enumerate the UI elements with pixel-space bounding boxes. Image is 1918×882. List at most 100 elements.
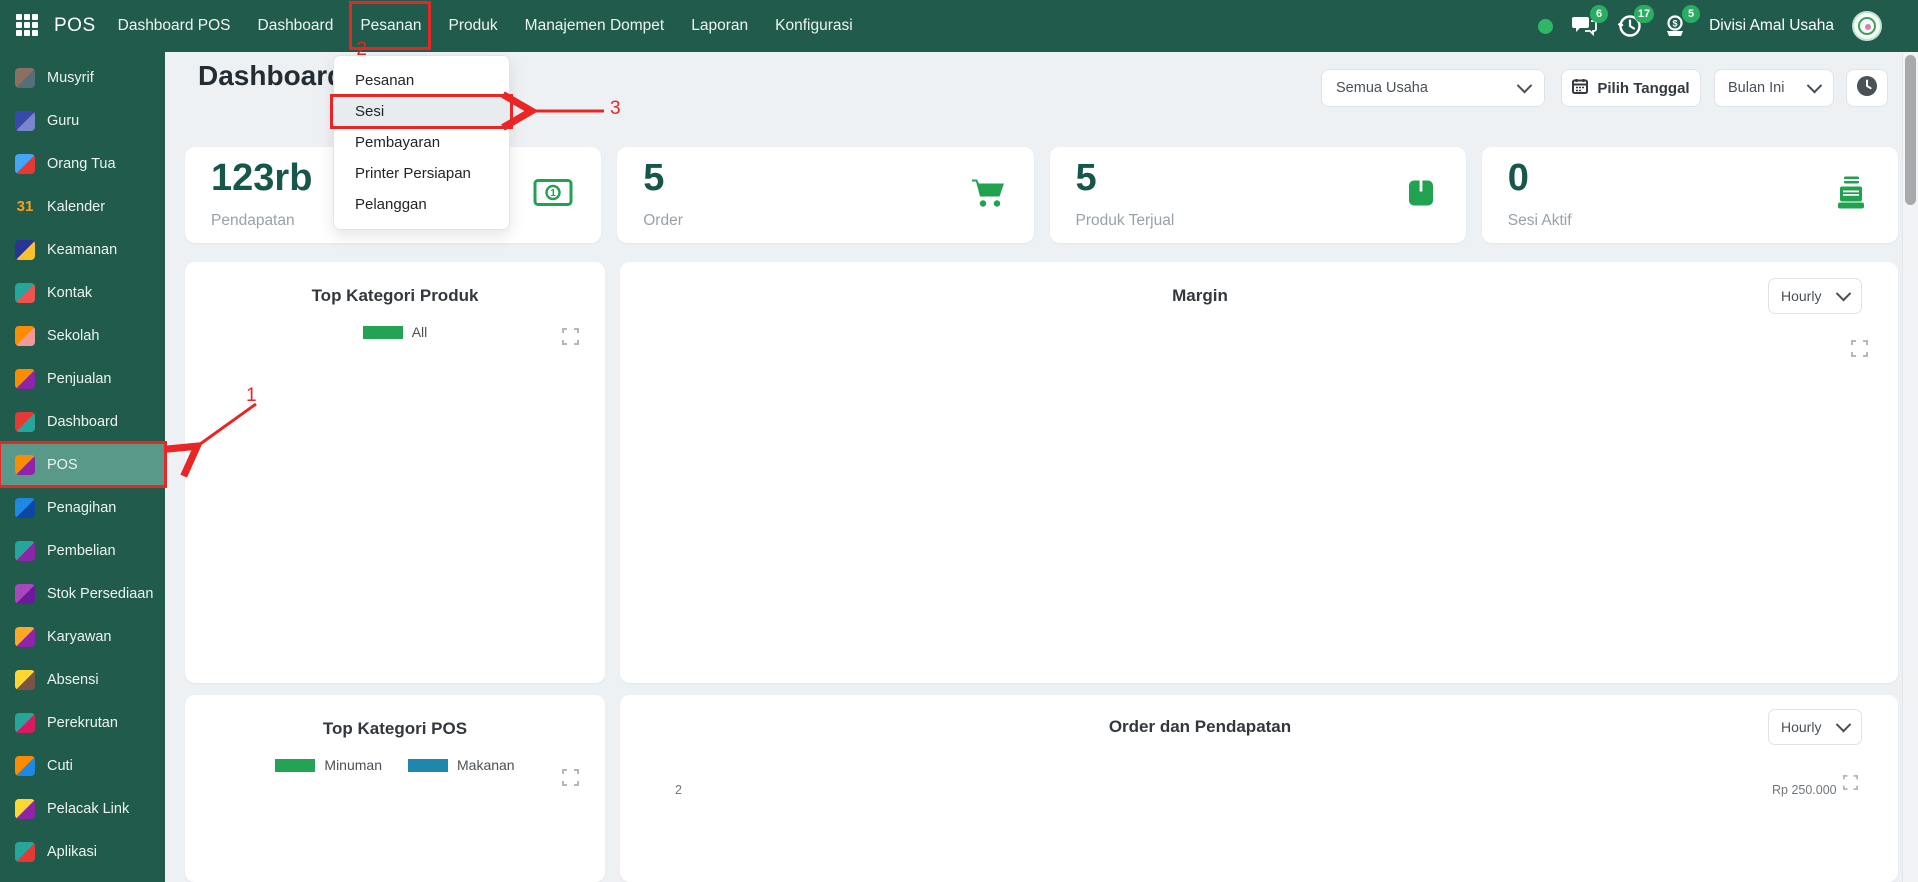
penjualan-icon	[15, 368, 35, 389]
legend-label: All	[411, 324, 428, 340]
sidebar-item-label: Kontak	[47, 284, 93, 301]
sidebar-item-label: Pembelian	[47, 542, 116, 559]
online-status-dot	[1538, 18, 1554, 34]
annotation-step-1: 1	[246, 385, 257, 406]
sidebar-item-label: Keamanan	[47, 241, 118, 258]
nav-item-dashboard-pos[interactable]: Dashboard POS	[118, 17, 231, 35]
sidebar-item-kontak[interactable]: Kontak	[0, 271, 165, 314]
musyrif-icon	[15, 67, 35, 88]
sidebar-item-keamanan[interactable]: Keamanan	[0, 228, 165, 271]
sidebar-item-dashboard[interactable]: Dashboard	[0, 400, 165, 443]
sekolah-icon	[15, 325, 35, 346]
expand-icon[interactable]	[562, 769, 579, 791]
margin-chart-card: Margin Hourly	[620, 262, 1898, 683]
sidebar-item-pembelian[interactable]: Pembelian	[0, 529, 165, 572]
dropdown-item-sesi[interactable]: Sesi	[330, 94, 513, 129]
sidebar-item-guru[interactable]: Guru	[0, 99, 165, 142]
product-box-icon	[1404, 176, 1438, 215]
sidebar-item-musyrif[interactable]: Musyrif	[0, 56, 165, 99]
pesanan-dropdown-menu: Pesanan Sesi Pembayaran Printer Persiapan Pe…	[330, 55, 513, 230]
dashboard-grid-icon	[15, 411, 35, 432]
svg-text:$: $	[1673, 19, 1678, 29]
sidebar-item-pos[interactable]: POS	[0, 441, 167, 488]
sidebar-item-absensi[interactable]: Absensi	[0, 658, 165, 701]
nav-item-dashboard[interactable]: Dashboard	[258, 17, 334, 35]
nav-item-laporan[interactable]: Laporan	[691, 17, 748, 35]
chart-title: Top Kategori POS	[322, 719, 468, 738]
chevron-down-icon	[1835, 716, 1852, 732]
kalender-icon: 31	[16, 198, 34, 215]
stat-label: Order	[643, 212, 683, 229]
sidebar-item-stok-persediaan[interactable]: Stok Persediaan	[0, 572, 165, 615]
margin-period-select[interactable]: Hourly	[1768, 278, 1862, 314]
sidebar-item-pelacak-link[interactable]: Pelacak Link	[0, 787, 165, 830]
wallet-button[interactable]: $ 5	[1663, 5, 1701, 39]
banknote-icon: 1	[533, 178, 573, 213]
top-kategori-produk-pie[interactable]	[248, 360, 542, 654]
expand-icon[interactable]	[562, 328, 579, 350]
pick-date-button[interactable]: Pilih Tanggal	[1561, 69, 1701, 107]
scrollbar-track[interactable]	[1902, 52, 1918, 882]
top-kategori-pos-pie[interactable]	[248, 793, 542, 882]
clock-button[interactable]	[1846, 69, 1888, 107]
messages-button[interactable]: 6	[1571, 5, 1609, 39]
scrollbar-thumb[interactable]	[1905, 55, 1916, 205]
legend-item-makanan[interactable]: Makanan	[408, 757, 515, 773]
sidebar-menu: Musyrif Guru Orang Tua 31 Kalender Keamanan Ko…	[0, 52, 167, 873]
nav-item-pesanan[interactable]: Pesanan 2	[349, 1, 431, 60]
sidebar-item-perekrutan[interactable]: Perekrutan	[0, 701, 165, 744]
period-select[interactable]: Bulan Ini	[1714, 69, 1834, 107]
stat-label: Produk Terjual	[1075, 212, 1175, 229]
dropdown-item-pelanggan[interactable]: Pelanggan	[334, 189, 509, 220]
sidebar-item-penagihan[interactable]: Penagihan	[0, 486, 165, 529]
order-period-select[interactable]: Hourly	[1768, 709, 1862, 745]
sidebar-item-kalender[interactable]: 31 Kalender	[0, 185, 165, 228]
chart-title: Top Kategori Produk	[311, 286, 479, 305]
app-brand[interactable]: POS	[54, 15, 96, 37]
legend-swatch	[408, 758, 448, 772]
user-menu[interactable]: Divisi Amal Usaha	[1709, 17, 1834, 35]
svg-text:1: 1	[550, 188, 556, 199]
cash-register-icon	[1832, 175, 1870, 216]
nav-item-manajemen-dompet[interactable]: Manajemen Dompet	[525, 17, 665, 35]
sidebar-item-label: Musyrif	[47, 69, 94, 86]
apps-grid-icon[interactable]	[16, 14, 40, 38]
pie-divider	[393, 360, 397, 507]
stat-card-produk-terjual: 5 Produk Terjual	[1049, 147, 1466, 243]
stat-card-sesi-aktif: 0 Sesi Aktif	[1481, 147, 1898, 243]
sidebar-item-aplikasi[interactable]: Aplikasi	[0, 830, 165, 873]
stat-card-order: 5 Order	[617, 147, 1034, 243]
chart-title: Margin	[1172, 286, 1228, 305]
sidebar-item-sekolah[interactable]: Sekolah	[0, 314, 165, 357]
sidebar-item-label: Pelacak Link	[47, 800, 130, 817]
stat-label: Sesi Aktif	[1507, 212, 1572, 229]
top-kategori-pos-card: Top Kategori POS Minuman Makanan	[185, 695, 605, 882]
legend-item-minuman[interactable]: Minuman	[275, 757, 382, 773]
annotation-step-3: 3	[610, 98, 621, 119]
avatar[interactable]	[1852, 11, 1882, 41]
sidebar-item-label: Sekolah	[47, 327, 100, 344]
sidebar-item-karyawan[interactable]: Karyawan	[0, 615, 165, 658]
sidebar-item-orang-tua[interactable]: Orang Tua	[0, 142, 165, 185]
expand-icon[interactable]	[1843, 775, 1858, 795]
legend-label: Makanan	[457, 757, 515, 773]
nav-item-konfigurasi[interactable]: Konfigurasi	[775, 17, 853, 35]
dropdown-item-pembayaran[interactable]: Pembayaran	[334, 127, 509, 158]
nav-item-produk[interactable]: Produk	[449, 17, 498, 35]
legend-item-all[interactable]: All	[362, 324, 428, 340]
history-button[interactable]: 17	[1617, 5, 1655, 39]
expand-icon[interactable]	[1851, 340, 1868, 362]
dropdown-item-printer-persiapan[interactable]: Printer Persiapan	[334, 158, 509, 189]
sidebar-item-label: Orang Tua	[47, 155, 116, 172]
messages-badge: 6	[1590, 5, 1609, 23]
period-value: Hourly	[1781, 288, 1822, 304]
business-select[interactable]: Semua Usaha	[1321, 69, 1545, 107]
dropdown-item-pesanan[interactable]: Pesanan	[334, 65, 509, 96]
cuti-icon	[15, 755, 35, 776]
sidebar-item-cuti[interactable]: Cuti	[0, 744, 165, 787]
stat-value: 5	[643, 157, 665, 199]
page-title: Dashboard	[198, 60, 345, 91]
sidebar-item-penjualan[interactable]: Penjualan	[0, 357, 165, 400]
period-value: Hourly	[1781, 719, 1822, 735]
navbar-menu: Dashboard POS Dashboard Pesanan 2 Produk Mana…	[118, 1, 853, 60]
